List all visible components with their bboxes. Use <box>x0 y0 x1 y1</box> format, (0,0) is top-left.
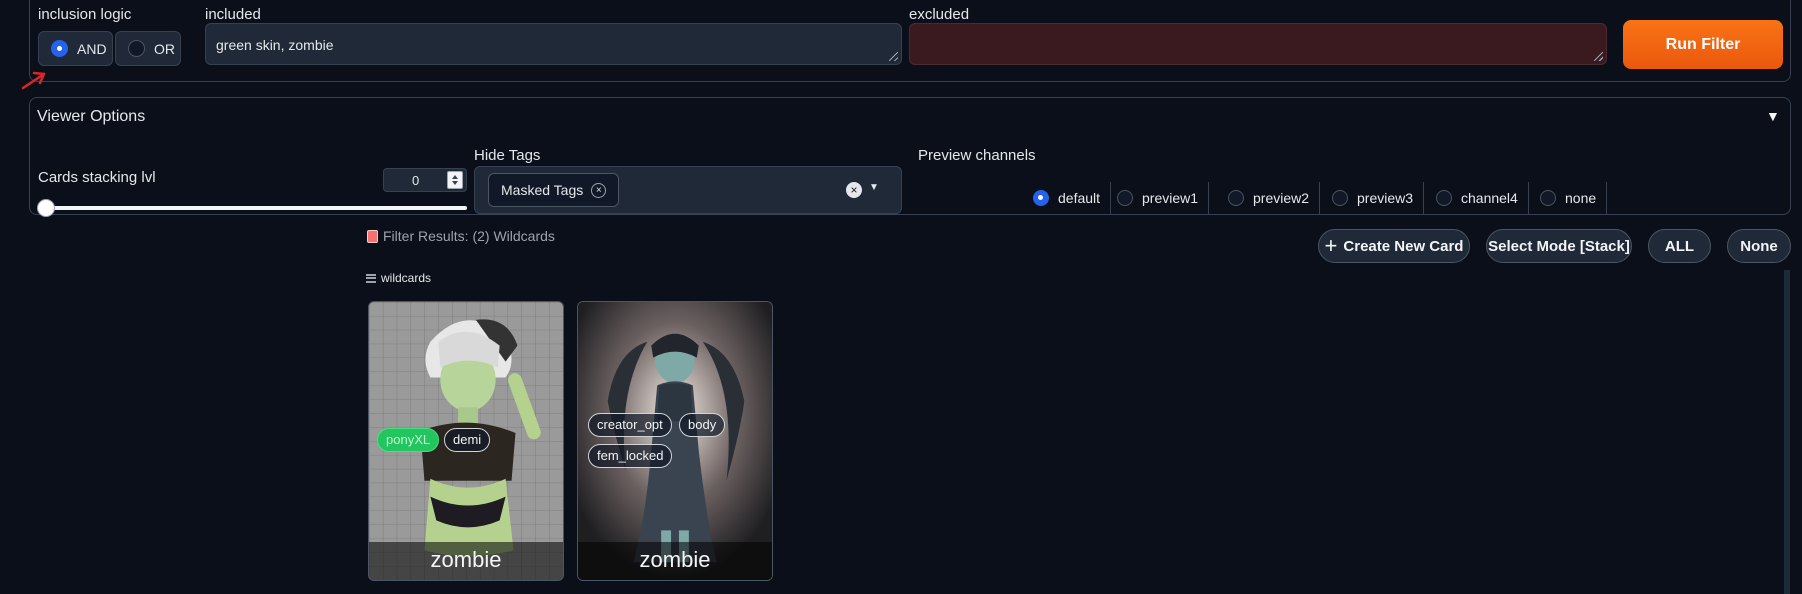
select-none-button[interactable]: None <box>1727 229 1791 263</box>
card-title: zombie <box>578 542 772 580</box>
collapse-triangle-icon[interactable]: ▼ <box>1766 108 1780 124</box>
annotation-arrow-icon <box>21 71 46 90</box>
channel-label: channel4 <box>1461 190 1518 206</box>
radio-unchecked-icon <box>1117 190 1133 206</box>
radio-checked-icon <box>1033 190 1049 206</box>
hidden-tag-chip: Masked Tags × <box>488 173 620 207</box>
hide-tags-label: Hide Tags <box>474 147 541 164</box>
results-icon <box>367 229 378 243</box>
channel-label: preview2 <box>1253 190 1310 206</box>
wildcards-text: wildcards <box>381 271 432 285</box>
channel-option-default[interactable]: default <box>1033 182 1112 214</box>
create-new-card-label: Create New Card <box>1343 237 1464 255</box>
stacking-slider-thumb[interactable] <box>37 199 55 217</box>
radio-unchecked-icon <box>128 40 145 57</box>
excluded-label: excluded <box>909 6 970 23</box>
radio-unchecked-icon <box>1228 190 1244 206</box>
filter-results-header: Filter Results: (2) Wildcards <box>367 228 555 244</box>
radio-checked-icon <box>51 40 68 57</box>
plus-icon: + <box>1324 233 1338 258</box>
channel-option-preview3[interactable]: preview3 <box>1332 182 1425 214</box>
remove-chip-icon[interactable]: × <box>591 182 607 198</box>
stacking-value: 0 <box>412 173 420 188</box>
card-tag: creator_opt <box>588 413 672 437</box>
and-label: AND <box>77 40 107 57</box>
hidden-tag-label: Masked Tags <box>501 182 584 198</box>
inclusion-logic-label: inclusion logic <box>38 6 132 23</box>
preview-channels-label: Preview channels <box>918 147 1036 164</box>
channel-option-channel4[interactable]: channel4 <box>1436 182 1529 214</box>
card-tag: body <box>679 413 726 437</box>
or-label: OR <box>154 40 175 57</box>
channel-label: preview1 <box>1142 190 1199 206</box>
channel-option-none[interactable]: none <box>1540 182 1608 214</box>
viewer-options-title[interactable]: Viewer Options <box>37 108 145 126</box>
clear-icon[interactable]: × <box>846 182 862 198</box>
card-title: zombie <box>369 542 563 580</box>
included-label: included <box>205 6 261 23</box>
included-input[interactable]: green skin, zombie <box>205 23 902 65</box>
filter-results-text: Filter Results: (2) Wildcards <box>383 228 555 244</box>
channel-option-preview1[interactable]: preview1 <box>1117 182 1210 214</box>
and-radio[interactable]: AND <box>38 31 113 66</box>
wildcard-card[interactable]: ponyXL demi zombie <box>368 301 564 581</box>
or-radio[interactable]: OR <box>115 31 181 66</box>
cards-stacking-label: Cards stacking lvl <box>38 169 156 186</box>
card-tag: ponyXL <box>377 428 440 452</box>
channel-option-preview2[interactable]: preview2 <box>1228 182 1321 214</box>
card-preview-image <box>578 302 772 580</box>
radio-unchecked-icon <box>1436 190 1452 206</box>
radio-unchecked-icon <box>1540 190 1556 206</box>
stacking-slider-track[interactable] <box>44 206 467 210</box>
wildcards-group-label: wildcards <box>366 271 431 285</box>
chevron-down-icon[interactable]: ▼ <box>869 182 879 193</box>
select-mode-button[interactable]: Select Mode [Stack] <box>1486 229 1632 263</box>
excluded-input[interactable] <box>909 23 1607 65</box>
channel-label: none <box>1565 190 1597 206</box>
select-all-button[interactable]: ALL <box>1648 229 1711 263</box>
wildcard-card[interactable]: creator_opt body fem_locked zombie <box>577 301 773 581</box>
stacking-number-input[interactable]: 0 <box>383 168 467 192</box>
results-scrollbar[interactable] <box>1784 270 1790 594</box>
card-tag: demi <box>444 428 491 452</box>
spinner-arrows-icon[interactable] <box>447 171 463 189</box>
run-filter-button[interactable]: Run Filter <box>1623 20 1783 69</box>
radio-unchecked-icon <box>1332 190 1348 206</box>
channel-label: default <box>1058 190 1101 206</box>
channel-label: preview3 <box>1357 190 1414 206</box>
list-icon <box>366 273 376 283</box>
create-new-card-button[interactable]: + Create New Card <box>1318 229 1470 263</box>
card-tag: fem_locked <box>588 444 673 468</box>
